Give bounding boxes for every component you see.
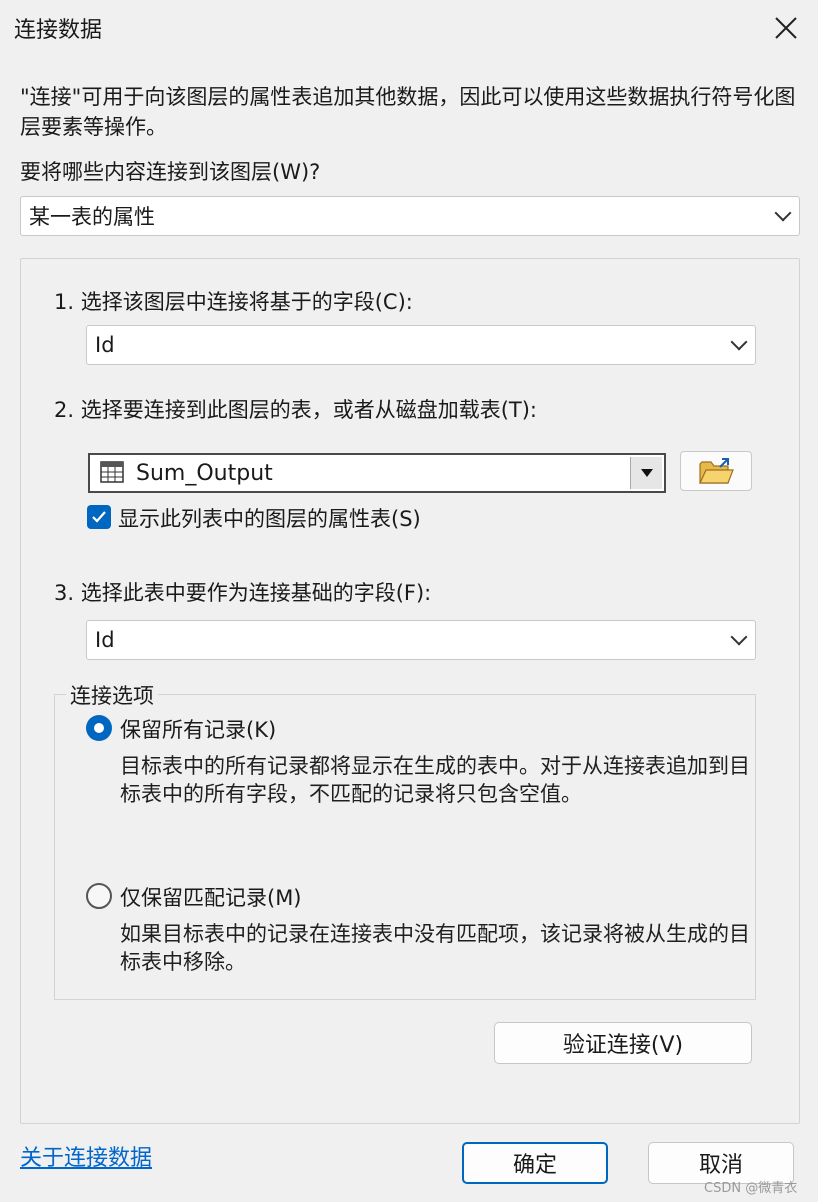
layer-field-select[interactable]: Id (86, 325, 756, 365)
show-layers-checkbox[interactable] (87, 505, 111, 529)
layer-field-value: Id (95, 333, 115, 357)
chevron-down-icon (730, 333, 748, 351)
table-field-select[interactable]: Id (86, 620, 756, 660)
folder-open-icon (699, 458, 734, 484)
checkmark-icon (92, 511, 106, 523)
step1-label: 1. 选择该图层中连接将基于的字段(C): (54, 290, 413, 314)
close-icon (775, 17, 797, 39)
show-layers-label[interactable]: 显示此列表中的图层的属性表(S) (118, 503, 421, 533)
join-type-select[interactable]: 某一表的属性 (20, 196, 800, 236)
chevron-down-icon (774, 204, 792, 222)
table-icon (100, 461, 124, 483)
join-table-select[interactable]: Sum_Output (88, 453, 666, 493)
keep-matching-description: 如果目标表中的记录在连接表中没有匹配项，该记录将被从生成的目标表中移除。 (120, 922, 750, 974)
close-button[interactable] (758, 2, 814, 54)
step2-label: 2. 选择要连接到此图层的表，或者从磁盘加载表(T): (54, 398, 537, 422)
table-field-value: Id (95, 628, 115, 652)
browse-table-button[interactable] (680, 451, 752, 491)
keep-matching-label[interactable]: 仅保留匹配记录(M) (120, 882, 302, 912)
chevron-down-icon (730, 628, 748, 646)
keep-all-label[interactable]: 保留所有记录(K) (120, 714, 276, 744)
validate-join-button[interactable]: 验证连接(V) (494, 1022, 752, 1064)
intro-text: "连接"可用于向该图层的属性表追加其他数据，因此可以使用这些数据执行符号化图层要… (20, 85, 796, 139)
join-table-value: Sum_Output (136, 461, 273, 486)
join-type-label: 要将哪些内容连接到该图层(W)? (20, 160, 321, 184)
dropdown-arrow-icon[interactable] (630, 457, 662, 489)
watermark: CSDN @微青衣 (704, 1181, 798, 1196)
keep-all-description: 目标表中的所有记录都将显示在生成的表中。对于从连接表追加到目标表中的所有字段，不… (120, 754, 750, 806)
join-type-value: 某一表的属性 (29, 205, 155, 229)
keep-all-radio[interactable] (86, 715, 112, 741)
step3-label: 3. 选择此表中要作为连接基础的字段(F): (54, 581, 432, 605)
ok-button[interactable]: 确定 (462, 1142, 608, 1184)
join-options-legend: 连接选项 (66, 680, 158, 710)
about-joining-link[interactable]: 关于连接数据 (20, 1140, 152, 1172)
dialog-title: 连接数据 (14, 18, 103, 43)
keep-matching-radio[interactable] (86, 883, 112, 909)
